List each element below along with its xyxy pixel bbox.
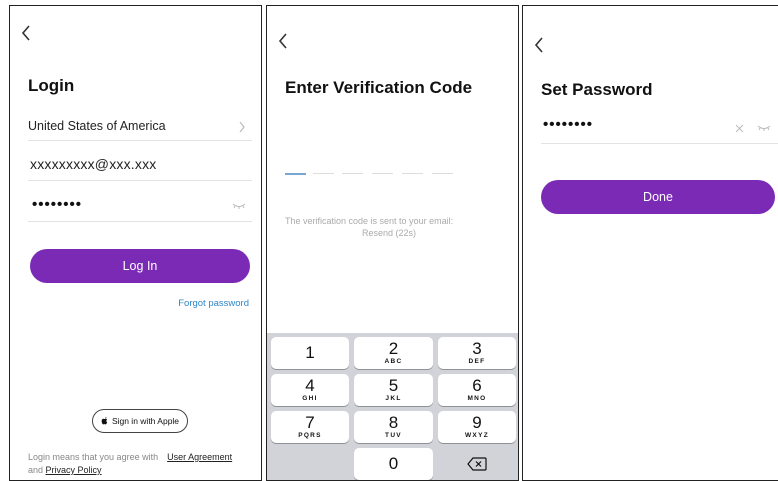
- code-slot: [313, 173, 334, 174]
- key-9[interactable]: 9 WXYZ: [438, 411, 516, 443]
- sign-in-apple-label: Sign in with Apple: [111, 416, 180, 426]
- back-chevron-icon[interactable]: [20, 24, 32, 42]
- back-chevron-icon[interactable]: [533, 36, 545, 54]
- key-4[interactable]: 4 GHI: [271, 374, 349, 406]
- password-field[interactable]: ••••••••: [32, 196, 82, 213]
- key-3[interactable]: 3 DEF: [438, 337, 516, 369]
- back-chevron-icon[interactable]: [277, 32, 289, 50]
- eye-hidden-icon[interactable]: [232, 202, 246, 210]
- apple-logo-icon: [101, 417, 108, 425]
- chevron-right-icon: [239, 121, 245, 133]
- key-6[interactable]: 6 MNO: [438, 374, 516, 406]
- page-title: Enter Verification Code: [285, 78, 473, 97]
- key-number: 4: [305, 376, 315, 395]
- key-letters: PQRS: [298, 432, 322, 439]
- key-number: 0: [388, 454, 399, 473]
- forgot-password-link[interactable]: Forgot password: [178, 298, 249, 309]
- done-button[interactable]: Done: [541, 180, 775, 214]
- page-title: Set Password: [541, 80, 653, 99]
- key-7[interactable]: 7 PQRS: [271, 411, 349, 443]
- divider: [28, 180, 252, 181]
- agreement-and: and: [28, 465, 44, 475]
- privacy-policy-link[interactable]: Privacy Policy: [46, 465, 102, 475]
- clear-icon[interactable]: [735, 124, 744, 133]
- key-number: 5: [388, 376, 399, 395]
- key-number: 8: [388, 413, 399, 432]
- code-slot: [285, 173, 306, 175]
- divider: [28, 140, 252, 141]
- key-number: 7: [305, 413, 315, 432]
- agreement-text: Login means that you agree with User Agr…: [28, 452, 232, 462]
- email-field[interactable]: xxxxxxxxx@xxx.xxx: [30, 156, 157, 172]
- country-label: United States of America: [28, 119, 166, 133]
- key-8[interactable]: 8 TUV: [354, 411, 433, 443]
- code-slot: [372, 173, 393, 174]
- page-title: Login: [28, 76, 75, 95]
- divider: [541, 143, 778, 144]
- user-agreement-link[interactable]: User Agreement: [167, 452, 232, 462]
- new-password-field[interactable]: ••••••••: [543, 116, 593, 133]
- key-letters: MNO: [467, 395, 487, 402]
- eye-hidden-icon[interactable]: [757, 124, 771, 132]
- key-blank: [271, 448, 349, 480]
- key-letters: TUV: [385, 432, 402, 439]
- login-screen: Login United States of America xxxxxxxxx…: [9, 5, 262, 481]
- key-number: 1: [305, 343, 315, 362]
- key-2[interactable]: 2 ABC: [354, 337, 433, 369]
- verification-screen: Enter Verification Code The verification…: [266, 5, 519, 481]
- verification-info: The verification code is sent to your em…: [285, 216, 454, 226]
- numeric-keypad: 1 2 ABC 3 DEF 4 GHI 5 JKL 6 MNO 7 PQRS 8…: [267, 333, 518, 480]
- resend-link[interactable]: Resend (22s): [362, 228, 416, 238]
- agreement-prefix: Login means that you agree with: [28, 452, 159, 462]
- backspace-key[interactable]: [438, 448, 516, 480]
- key-0[interactable]: 0: [354, 448, 433, 480]
- key-number: 9: [472, 413, 482, 432]
- key-number: 6: [472, 376, 482, 395]
- sign-in-apple-button[interactable]: Sign in with Apple: [92, 409, 188, 433]
- key-1[interactable]: 1: [271, 337, 349, 369]
- key-letters: ABC: [384, 358, 403, 365]
- agreement-text-line2: and Privacy Policy: [28, 465, 102, 475]
- key-letters: WXYZ: [465, 432, 489, 439]
- key-5[interactable]: 5 JKL: [354, 374, 433, 406]
- code-slot: [402, 173, 423, 174]
- login-button[interactable]: Log In: [30, 249, 250, 283]
- divider: [28, 221, 252, 222]
- key-number: 3: [472, 339, 482, 358]
- code-slot: [342, 173, 363, 174]
- key-number: 2: [388, 339, 399, 358]
- key-letters: GHI: [302, 395, 318, 402]
- backspace-icon: [467, 457, 487, 471]
- key-letters: DEF: [468, 358, 486, 365]
- set-password-screen: Set Password •••••••• Done: [522, 5, 778, 481]
- code-slot: [432, 173, 453, 174]
- key-letters: JKL: [385, 395, 402, 402]
